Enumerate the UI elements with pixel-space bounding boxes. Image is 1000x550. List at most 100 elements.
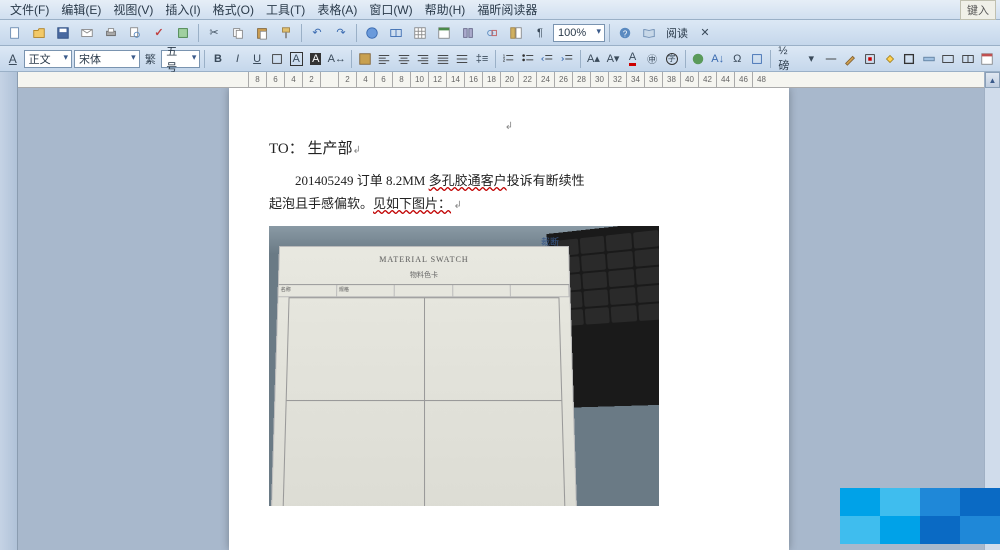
- font-shrink-icon: A▾: [607, 52, 620, 65]
- align-right-icon: [416, 52, 430, 66]
- align-right-button[interactable]: [414, 48, 432, 70]
- menu-file[interactable]: 文件(F): [4, 0, 55, 20]
- spellcheck-icon: ✓: [154, 26, 163, 39]
- format-painter-button[interactable]: [275, 22, 297, 44]
- auto-format-button[interactable]: [979, 48, 997, 70]
- new-doc-button[interactable]: [4, 22, 26, 44]
- highlight-button[interactable]: [356, 48, 374, 70]
- vertical-scrollbar[interactable]: ▲ ▼: [984, 72, 1000, 550]
- scroll-up-button[interactable]: ▲: [985, 72, 1000, 88]
- insert-rows-button[interactable]: [920, 48, 938, 70]
- pen-button[interactable]: [842, 48, 860, 70]
- document-area: 8642246810121416182022242628303234363840…: [18, 72, 1000, 550]
- font-select[interactable]: 宋体: [74, 50, 140, 68]
- font-grow-icon: A▴: [587, 52, 600, 65]
- insert-symbol-button[interactable]: Ω: [728, 48, 746, 70]
- increase-indent-button[interactable]: [558, 48, 576, 70]
- sort-button[interactable]: A↓: [709, 48, 727, 70]
- styles-button[interactable]: A: [4, 48, 22, 70]
- permission-button[interactable]: [689, 48, 707, 70]
- menu-edit[interactable]: 编辑(E): [55, 0, 107, 20]
- close-reading-button[interactable]: ✕: [694, 22, 716, 44]
- insert-table-button[interactable]: [409, 22, 431, 44]
- align-distributed-button[interactable]: [454, 48, 472, 70]
- redo-button[interactable]: ↷: [330, 22, 352, 44]
- enclose-icon: 字: [666, 53, 678, 65]
- decrease-indent-button[interactable]: [539, 48, 557, 70]
- spellcheck-button[interactable]: ✓: [148, 22, 170, 44]
- underline-button[interactable]: U: [248, 48, 266, 70]
- new-doc-icon: [8, 26, 22, 40]
- undo-button[interactable]: ↶: [306, 22, 328, 44]
- drawing-button[interactable]: [481, 22, 503, 44]
- font-color-button[interactable]: A: [624, 48, 642, 70]
- line-style-button[interactable]: [822, 48, 840, 70]
- show-paragraph-button[interactable]: ¶: [529, 22, 551, 44]
- mail-button[interactable]: [76, 22, 98, 44]
- page[interactable]: ↲ TO： 生产部↲ 201405249 订单 8.2MM 多孔胶通客户投诉有断…: [229, 88, 789, 550]
- font-color-icon: A: [629, 51, 636, 66]
- merge-cells-button[interactable]: [940, 48, 958, 70]
- char-border-button[interactable]: A: [287, 48, 305, 70]
- menu-format[interactable]: 格式(O): [207, 0, 260, 20]
- menu-bar: 文件(F) 编辑(E) 视图(V) 插入(I) 格式(O) 工具(T) 表格(A…: [0, 0, 1000, 20]
- char-scale-button[interactable]: A↔: [327, 48, 347, 70]
- pen-icon: [843, 52, 857, 66]
- copy-button[interactable]: [227, 22, 249, 44]
- menu-table[interactable]: 表格(A): [311, 0, 363, 20]
- border-button[interactable]: [268, 48, 286, 70]
- insert-excel-button[interactable]: [433, 22, 455, 44]
- hyperlink-button[interactable]: [361, 22, 383, 44]
- bold-button[interactable]: B: [209, 48, 227, 70]
- horizontal-ruler[interactable]: 8642246810121416182022242628303234363840…: [18, 72, 1000, 88]
- align-center-button[interactable]: [395, 48, 413, 70]
- numbering-button[interactable]: 12: [500, 48, 518, 70]
- reading-layout-button[interactable]: [638, 22, 660, 44]
- char-shading-button[interactable]: A: [307, 48, 325, 70]
- document-map-button[interactable]: [505, 22, 527, 44]
- separator: [198, 24, 199, 42]
- embedded-photo[interactable]: MATERIAL SWATCH 物料色卡 名称规格 裁断: [269, 226, 659, 506]
- border-icon: [270, 52, 284, 66]
- research-button[interactable]: [172, 22, 194, 44]
- formatting-toolbar: A 正文 宋体 繁 五号 B I U A A A↔ ‡≡ 12 A▴ A▾ A …: [0, 46, 1000, 72]
- document-line-1: 201405249 订单 8.2MM 多孔胶通客户投诉有断续性: [269, 169, 749, 192]
- symbol-icon: Ω: [733, 53, 741, 65]
- columns-button[interactable]: [457, 22, 479, 44]
- menu-window[interactable]: 窗口(W): [363, 0, 418, 20]
- menu-tools[interactable]: 工具(T): [260, 0, 311, 20]
- split-cells-button[interactable]: [959, 48, 977, 70]
- italic-button[interactable]: I: [229, 48, 247, 70]
- cut-button[interactable]: ✂: [203, 22, 225, 44]
- separator: [580, 50, 581, 68]
- insert-shape-button[interactable]: [748, 48, 766, 70]
- print-button[interactable]: [100, 22, 122, 44]
- line-spacing-button[interactable]: ‡≡: [473, 48, 491, 70]
- help-button[interactable]: ?: [614, 22, 636, 44]
- convert-simplified-button[interactable]: 繁: [142, 48, 160, 70]
- save-button[interactable]: [52, 22, 74, 44]
- print-preview-button[interactable]: [124, 22, 146, 44]
- paste-button[interactable]: [251, 22, 273, 44]
- align-justify-button[interactable]: [434, 48, 452, 70]
- menu-foxit[interactable]: 福昕阅读器: [471, 0, 543, 20]
- size-select[interactable]: 五号: [161, 50, 200, 68]
- border-color-button[interactable]: [861, 48, 879, 70]
- phonetic-guide-button[interactable]: ㊥: [643, 48, 661, 70]
- menu-help[interactable]: 帮助(H): [419, 0, 472, 20]
- shading-color-button[interactable]: [881, 48, 899, 70]
- outside-border-button[interactable]: [900, 48, 918, 70]
- bullets-button[interactable]: [519, 48, 537, 70]
- line-weight-dropdown[interactable]: ▾: [803, 48, 821, 70]
- menu-insert[interactable]: 插入(I): [159, 0, 206, 20]
- open-button[interactable]: [28, 22, 50, 44]
- align-left-button[interactable]: [375, 48, 393, 70]
- enclose-char-button[interactable]: 字: [663, 48, 681, 70]
- zoom-select[interactable]: 100%: [553, 24, 605, 42]
- font-grow-button[interactable]: A▴: [585, 48, 603, 70]
- docmap-icon: [509, 26, 523, 40]
- style-select[interactable]: 正文: [24, 50, 72, 68]
- menu-view[interactable]: 视图(V): [107, 0, 159, 20]
- tables-borders-button[interactable]: [385, 22, 407, 44]
- font-shrink-button[interactable]: A▾: [604, 48, 622, 70]
